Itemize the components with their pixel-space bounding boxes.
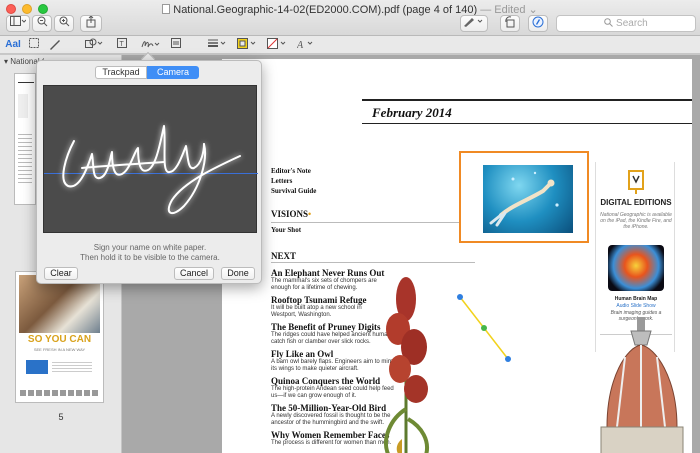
line-style-tool[interactable]: [206, 38, 228, 51]
signature-instruction-line-1: Sign your name on white paper.: [93, 243, 207, 252]
page-thumbnail-4[interactable]: [14, 73, 36, 205]
pen-menu-button[interactable]: [460, 15, 488, 32]
search-icon: [604, 18, 614, 27]
shapes-icon: [85, 38, 103, 48]
border-color-icon: [237, 38, 256, 49]
line-annotation[interactable]: [456, 293, 516, 365]
dome-illustration: [600, 317, 684, 453]
note-tool[interactable]: [170, 38, 182, 51]
digital-editions-icon: [628, 170, 644, 194]
sketch-tool[interactable]: [48, 38, 62, 51]
line-mid-handle[interactable]: [481, 325, 487, 331]
next-heading: NEXT: [271, 251, 297, 261]
markup-icon: [532, 16, 544, 28]
pdf-document-icon: [162, 4, 171, 14]
signature-popover: Trackpad Camera Sign your name on white …: [36, 60, 262, 284]
thumbnail-subheadline: SEE FRESH IN A NEW WAY: [33, 347, 86, 352]
shapes-tool[interactable]: [84, 38, 106, 51]
page-number-label: 5: [58, 412, 64, 422]
signature-tool[interactable]: [140, 38, 162, 51]
window-titlebar: National.Geographic-14-02(ED2000.COM).pd…: [0, 0, 700, 36]
sidebar-toggle-button[interactable]: [6, 15, 30, 32]
text-box-icon: T: [117, 38, 127, 48]
rotate-button[interactable]: [500, 15, 520, 32]
zoom-out-button[interactable]: [32, 15, 52, 32]
camera-tab[interactable]: Camera: [147, 66, 199, 79]
fill-color-icon: [267, 38, 286, 49]
text-selection-tool[interactable]: AaI: [4, 38, 22, 51]
clear-button[interactable]: Clear: [44, 267, 78, 280]
camera-preview: [43, 85, 258, 233]
svg-text:T: T: [120, 41, 125, 48]
audio-slide-show-link[interactable]: Audio Slide Show: [600, 303, 672, 309]
cancel-button[interactable]: Cancel: [174, 267, 214, 280]
line-style-icon: [208, 39, 226, 47]
signature-ink: [62, 125, 241, 215]
toc-your-shot: Your Shot: [271, 226, 302, 234]
share-icon: [86, 15, 96, 28]
rectangle-annotation[interactable]: [459, 151, 589, 243]
note-icon: [171, 38, 181, 48]
search-placeholder: Search: [616, 18, 648, 29]
share-button[interactable]: [80, 15, 102, 32]
toc-editors-note: Editor's Note: [271, 167, 311, 175]
pdf-page: February 2014 Editor's Note Letters Surv…: [222, 59, 692, 453]
signature-icon: [141, 41, 160, 48]
svg-text:A: A: [297, 40, 304, 49]
fill-color-tool[interactable]: [266, 38, 288, 51]
line-start-handle[interactable]: [457, 294, 463, 300]
zoom-out-icon: [37, 16, 47, 27]
markup-toolbar: AaI T A: [0, 36, 700, 54]
digital-editions-title: DIGITAL EDITIONS: [600, 198, 672, 207]
story-body: It will be built atop a new school in We…: [271, 305, 362, 318]
brain-map-image: [608, 245, 664, 291]
diver-photo: [483, 165, 573, 233]
page-thumbnail-5[interactable]: SO YOU CAN SEE FRESH IN A NEW WAY: [15, 271, 104, 403]
search-field[interactable]: Search: [556, 15, 696, 32]
toc-survival-guide: Survival Guide: [271, 187, 317, 195]
digital-editions-subtitle: National Geographic is available on the …: [600, 212, 672, 230]
line-end-handle[interactable]: [505, 356, 511, 362]
visions-heading: VISIONS•: [271, 209, 312, 219]
story-body: The mammal's six sets of chompers are en…: [271, 278, 377, 291]
visions-star: •: [308, 209, 312, 219]
markup-toolbar-button[interactable]: [528, 15, 548, 32]
thumbnail-headline: SO YOU CAN: [27, 334, 92, 345]
zoom-in-icon: [59, 16, 69, 27]
text-box-tool[interactable]: T: [116, 38, 128, 51]
trackpad-tab[interactable]: Trackpad: [95, 66, 147, 79]
pen-icon: [464, 18, 483, 27]
zoom-in-button[interactable]: [54, 15, 74, 32]
signature-instruction-line-2: Then hold it to be visible to the camera…: [80, 253, 220, 262]
window-title-text: National.Geographic-14-02(ED2000.COM).pd…: [173, 4, 478, 16]
brain-map-caption-title: Human Brain Map: [614, 296, 658, 302]
toc-letters: Letters: [271, 177, 293, 185]
thumbnail-card-image: [26, 360, 48, 374]
sidebar-icon: [10, 16, 27, 26]
done-button[interactable]: Done: [221, 267, 255, 280]
text-style-tool[interactable]: A: [296, 38, 316, 51]
rotate-icon: [505, 16, 515, 28]
rectangular-selection-tool[interactable]: [28, 38, 40, 51]
border-color-tool[interactable]: [236, 38, 258, 51]
sketch-pen-icon: [50, 40, 60, 50]
diver-illustration: [489, 171, 559, 227]
disclosure-triangle-icon: ▾: [4, 57, 9, 66]
font-style-icon: A: [296, 40, 313, 51]
dashed-rectangle-icon: [29, 38, 39, 48]
issue-month: February 2014: [372, 105, 452, 120]
quinoa-plant-illustration: [384, 277, 429, 453]
